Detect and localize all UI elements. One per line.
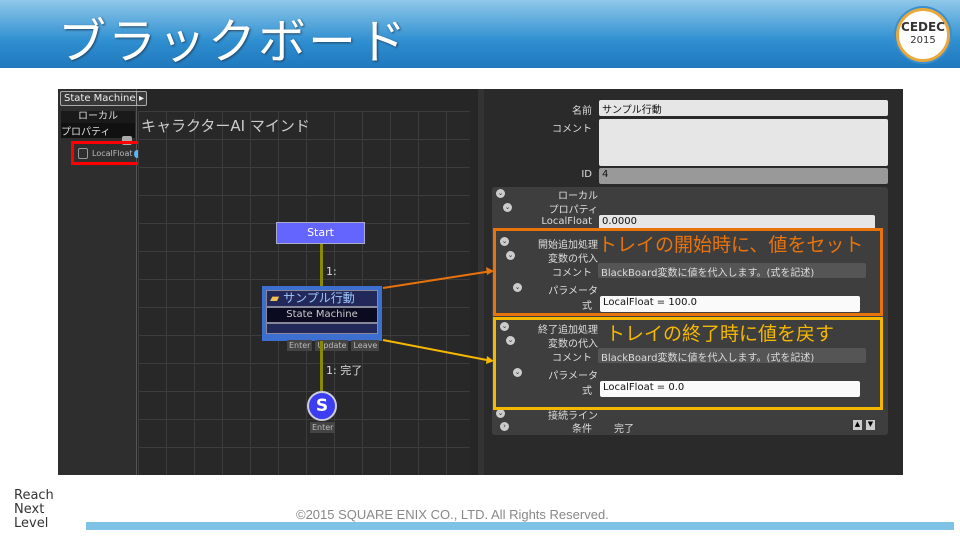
reach-next-level-logo: Reach Next Level (14, 489, 54, 531)
annotation-arrows (382, 267, 494, 364)
logo-line: Level (14, 516, 49, 531)
slide-footer: Reach Next Level ©2015 SQUARE ENIX CO., LT… (0, 480, 960, 540)
start-arrow (382, 270, 493, 289)
editor-screenshot: State Machine ▸ ローカル プロパティ LocalFloat キャ… (58, 89, 903, 475)
logo-line: Reach (14, 488, 54, 503)
cedec-logo: CEDEC 2015 (896, 8, 950, 62)
arrowhead (486, 267, 494, 275)
cedec-year: 2015 (910, 35, 936, 46)
logo-line: Next (14, 502, 45, 517)
copyright: ©2015 SQUARE ENIX CO., LTD. All Rights R… (296, 507, 609, 522)
end-arrow (382, 339, 493, 362)
cedec-text: CEDEC (901, 20, 945, 34)
slide-title: ブラックボード (58, 14, 409, 70)
footer-bar (86, 522, 954, 530)
arrowhead (486, 356, 494, 364)
